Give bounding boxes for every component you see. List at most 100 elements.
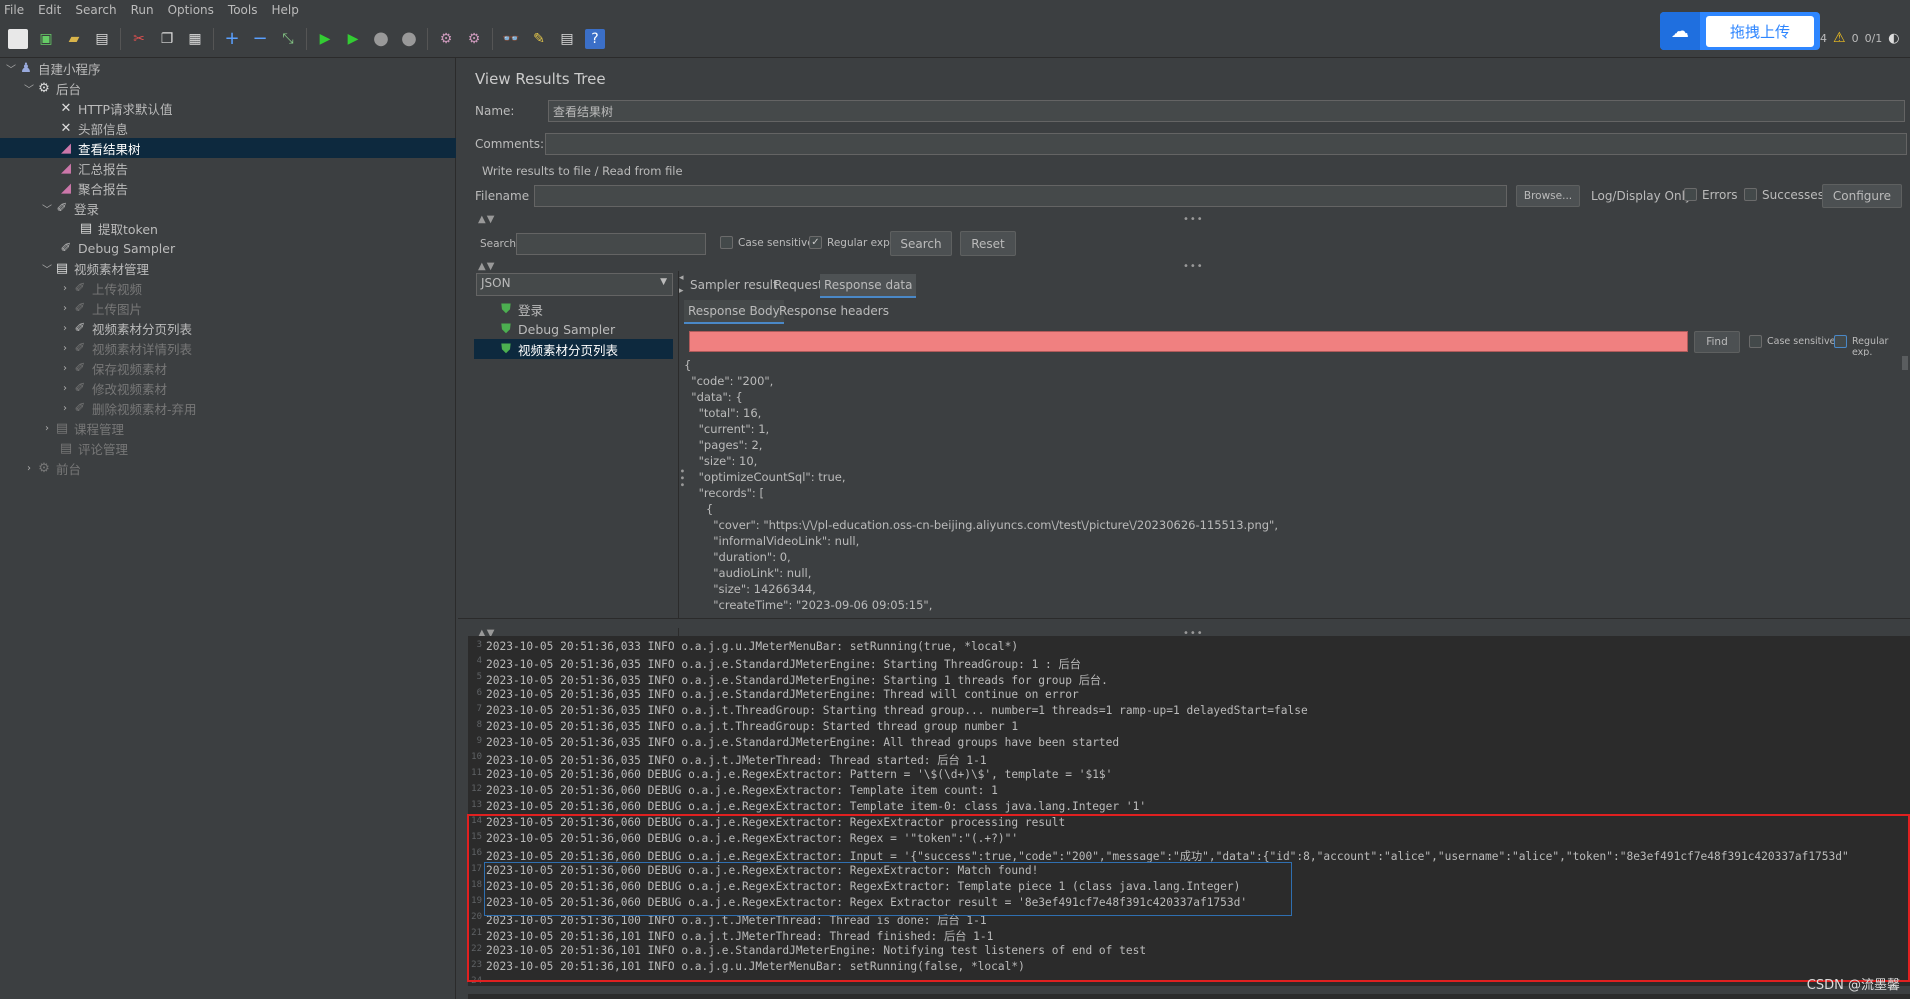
active-threads: 0/1 — [1864, 31, 1883, 45]
log-scrollbar[interactable] — [468, 986, 1910, 994]
search-button[interactable]: Search — [890, 231, 952, 256]
name-field[interactable]: 查看结果树 — [548, 100, 1905, 122]
configure-button[interactable]: Configure — [1822, 184, 1902, 208]
tree-node-course-management[interactable]: › ▤ 课程管理 — [40, 418, 124, 438]
chevron-right-icon[interactable]: › — [40, 423, 54, 434]
chevron-right-icon[interactable]: › — [58, 303, 72, 314]
tab-response-body[interactable]: Response Body — [684, 300, 784, 324]
comments-field[interactable] — [545, 133, 1907, 155]
shutdown-icon[interactable]: ● — [399, 28, 419, 49]
menu-help[interactable]: Help — [271, 3, 298, 17]
new-icon[interactable] — [8, 28, 28, 49]
tree-node-test-plan[interactable]: ﹀ ♟ 自建小程序 — [4, 58, 101, 78]
tree-node-aggregate-report[interactable]: ◢ 聚合报告 — [58, 178, 128, 198]
tree-node-extract-token[interactable]: ▤ 提取token — [78, 218, 158, 238]
warning-icon[interactable]: ⚠ — [1833, 30, 1846, 46]
tab-request[interactable]: Request — [774, 278, 823, 292]
splitter-handle[interactable]: ••• — [1183, 261, 1204, 272]
tree-node-http-defaults[interactable]: ✕ HTTP请求默认值 — [58, 98, 173, 118]
browse-button[interactable]: Browse... — [1516, 185, 1580, 207]
save-icon[interactable]: ▤ — [92, 29, 112, 49]
scrollbar-thumb[interactable] — [1902, 356, 1908, 370]
tree-node-video-material[interactable]: ﹀ ▤ 视频素材管理 — [40, 258, 149, 278]
chevron-down-icon[interactable]: ﹀ — [40, 201, 54, 216]
menu-search[interactable]: Search — [75, 3, 116, 17]
tree-node-upload-image[interactable]: › ✐ 上传图片 — [58, 298, 142, 318]
copy-icon[interactable]: ❐ — [157, 29, 177, 49]
templates-icon[interactable]: ▣ — [36, 29, 56, 49]
chevron-right-icon[interactable]: › — [58, 323, 72, 334]
result-item-video-list[interactable]: ⛊ 视频素材分页列表 — [474, 339, 673, 359]
search-icon[interactable]: 👓 — [501, 29, 521, 49]
tree-node-view-results-tree[interactable]: ◢ 查看结果树 — [0, 138, 456, 158]
stop-icon[interactable]: ● — [371, 28, 391, 49]
scroll-right-icon[interactable]: ▸ — [679, 286, 684, 296]
renderer-select[interactable]: JSON ▼ — [476, 273, 673, 296]
find-case-sensitive-checkbox[interactable] — [1749, 335, 1762, 348]
scroll-left-icon[interactable]: ◂ — [679, 273, 684, 283]
regular-exp-checkbox[interactable]: ✓ — [809, 236, 822, 249]
chevron-right-icon[interactable]: › — [58, 343, 72, 354]
find-button[interactable]: Find — [1694, 331, 1740, 353]
errors-checkbox[interactable] — [1684, 188, 1697, 201]
search-input[interactable] — [516, 233, 706, 255]
cut-icon[interactable]: ✂ — [129, 29, 149, 49]
tab-response-data[interactable]: Response data — [820, 274, 917, 298]
collapse-icon[interactable]: − — [250, 28, 270, 49]
menu-options[interactable]: Options — [168, 3, 214, 17]
open-icon[interactable]: ▰ — [64, 29, 84, 49]
splitter-handle[interactable]: ••• — [676, 468, 687, 489]
tree-node-delete-video[interactable]: › ✐ 删除视频素材-弃用 — [58, 398, 197, 418]
menu-file[interactable]: File — [4, 3, 24, 17]
paste-icon[interactable]: ▦ — [185, 29, 205, 49]
tree-node-thread-group[interactable]: ﹀ ⚙ 后台 — [22, 78, 81, 98]
gear-icon: ⚙ — [38, 80, 50, 96]
chevron-right-icon[interactable]: › — [58, 403, 72, 414]
expand-icon[interactable]: + — [222, 28, 242, 49]
chevron-down-icon[interactable]: ﹀ — [22, 81, 36, 96]
collapse-arrows[interactable]: ▲▼ — [478, 214, 495, 225]
toggle-icon[interactable]: ⤡ — [278, 29, 298, 49]
menu-edit[interactable]: Edit — [38, 3, 61, 17]
splitter-handle[interactable]: ••• — [1183, 214, 1204, 225]
start-no-pauses-icon[interactable]: ▶ — [343, 29, 363, 49]
clear-icon[interactable]: ⚙ — [436, 29, 456, 49]
successes-checkbox[interactable] — [1744, 188, 1757, 201]
clear-all-icon[interactable]: ⚙ — [464, 29, 484, 49]
reset-search-icon[interactable]: ✎ — [529, 29, 549, 49]
menu-tools[interactable]: Tools — [228, 3, 258, 17]
chevron-right-icon[interactable]: › — [58, 283, 72, 294]
chevron-right-icon[interactable]: › — [58, 363, 72, 374]
help-icon[interactable]: ? — [585, 28, 605, 49]
result-item-debug[interactable]: ⛊ Debug Sampler — [498, 319, 615, 339]
find-regular-exp-checkbox[interactable] — [1834, 335, 1847, 348]
tree-node-video-detail[interactable]: › ✐ 视频素材详情列表 — [58, 338, 192, 358]
tree-node-login[interactable]: ﹀ ✐ 登录 — [40, 198, 99, 218]
upload-button[interactable]: ☁ 拖拽上传 — [1660, 12, 1820, 50]
chevron-down-icon[interactable]: ﹀ — [40, 261, 54, 276]
horizontal-scrollbar[interactable] — [458, 618, 1910, 628]
case-sensitive-checkbox[interactable] — [720, 236, 733, 249]
tree-node-debug-sampler[interactable]: ✐ Debug Sampler — [58, 238, 176, 258]
tree-node-summary-report[interactable]: ◢ 汇总报告 — [58, 158, 128, 178]
reset-button[interactable]: Reset — [960, 231, 1016, 256]
tree-node-frontend[interactable]: › ⚙ 前台 — [22, 458, 81, 478]
tree-node-edit-video[interactable]: › ✐ 修改视频素材 — [58, 378, 167, 398]
chevron-right-icon[interactable]: › — [22, 463, 36, 474]
tree-node-comment-management[interactable]: ▤ 评论管理 — [58, 438, 128, 458]
tree-node-video-list[interactable]: › ✐ 视频素材分页列表 — [58, 318, 192, 338]
chevron-down-icon[interactable]: ﹀ — [4, 61, 18, 76]
result-item-login[interactable]: ⛊ 登录 — [498, 299, 543, 319]
start-icon[interactable]: ▶ — [315, 29, 335, 49]
tree-node-header-manager[interactable]: ✕ 头部信息 — [58, 118, 128, 138]
tree-node-upload-video[interactable]: › ✐ 上传视频 — [58, 278, 142, 298]
tab-response-headers[interactable]: Response headers — [779, 304, 889, 318]
tab-sampler-result[interactable]: Sampler result — [690, 278, 778, 292]
chevron-right-icon[interactable]: › — [58, 383, 72, 394]
function-helper-icon[interactable]: ▤ — [557, 29, 577, 49]
find-input[interactable] — [689, 331, 1688, 352]
tree-node-save-video[interactable]: › ✐ 保存视频素材 — [58, 358, 167, 378]
collapse-arrows[interactable]: ▲▼ — [478, 261, 495, 272]
menu-run[interactable]: Run — [131, 3, 154, 17]
filename-field[interactable] — [534, 185, 1507, 207]
